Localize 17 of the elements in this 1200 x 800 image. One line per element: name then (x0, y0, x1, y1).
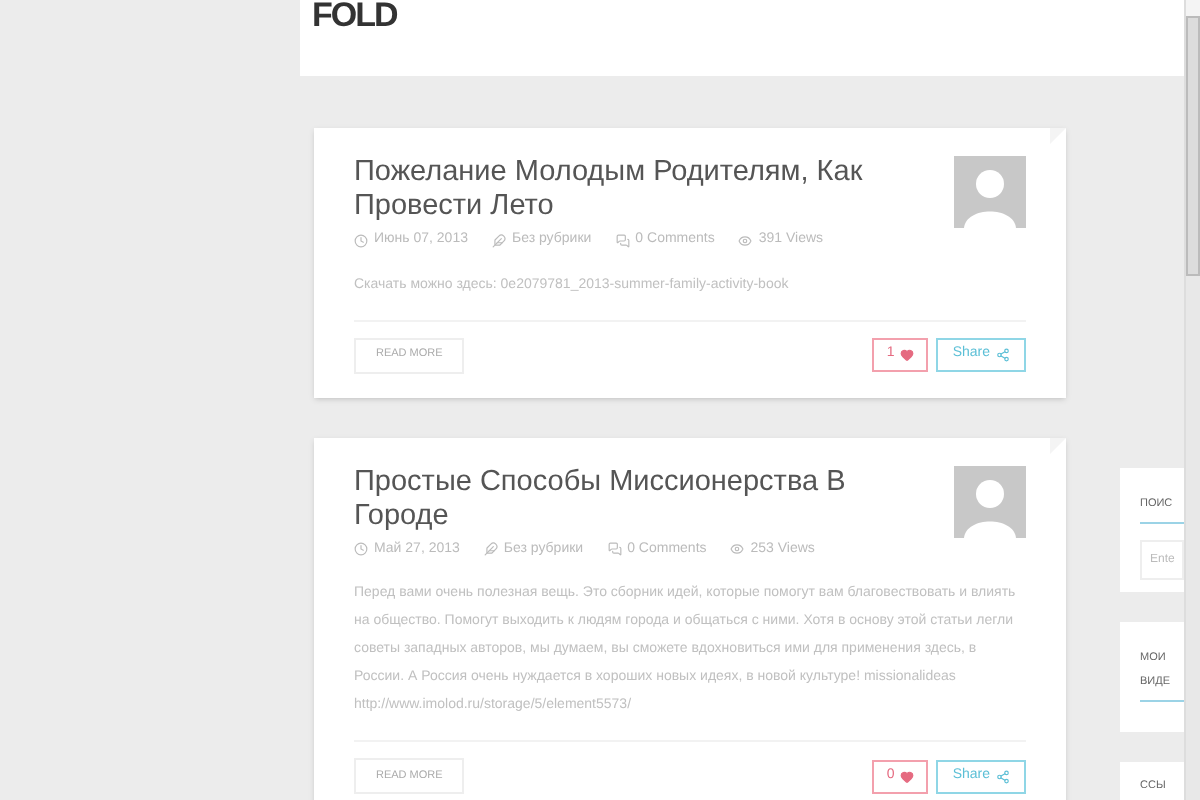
post-title[interactable]: Простые Способы Миссионерства В Городе (354, 465, 934, 533)
feather-icon (492, 233, 506, 248)
post-title[interactable]: Пожелание Молодым Родителям, Как Провести Лето (354, 156, 934, 224)
eye-icon (730, 542, 745, 557)
heart-icon (900, 769, 915, 783)
avatar-icon (954, 156, 1026, 228)
clock-icon (354, 542, 368, 557)
heart-icon (900, 348, 915, 362)
site-logo[interactable]: FOLD (312, 0, 397, 32)
eye-icon (738, 233, 753, 248)
avatar-icon (954, 465, 1026, 537)
clock-icon (354, 233, 368, 248)
comments-icon (615, 233, 630, 248)
feather-icon (483, 542, 498, 557)
comments-icon (607, 542, 622, 557)
share-icon (996, 348, 1010, 362)
share-icon (996, 769, 1010, 783)
